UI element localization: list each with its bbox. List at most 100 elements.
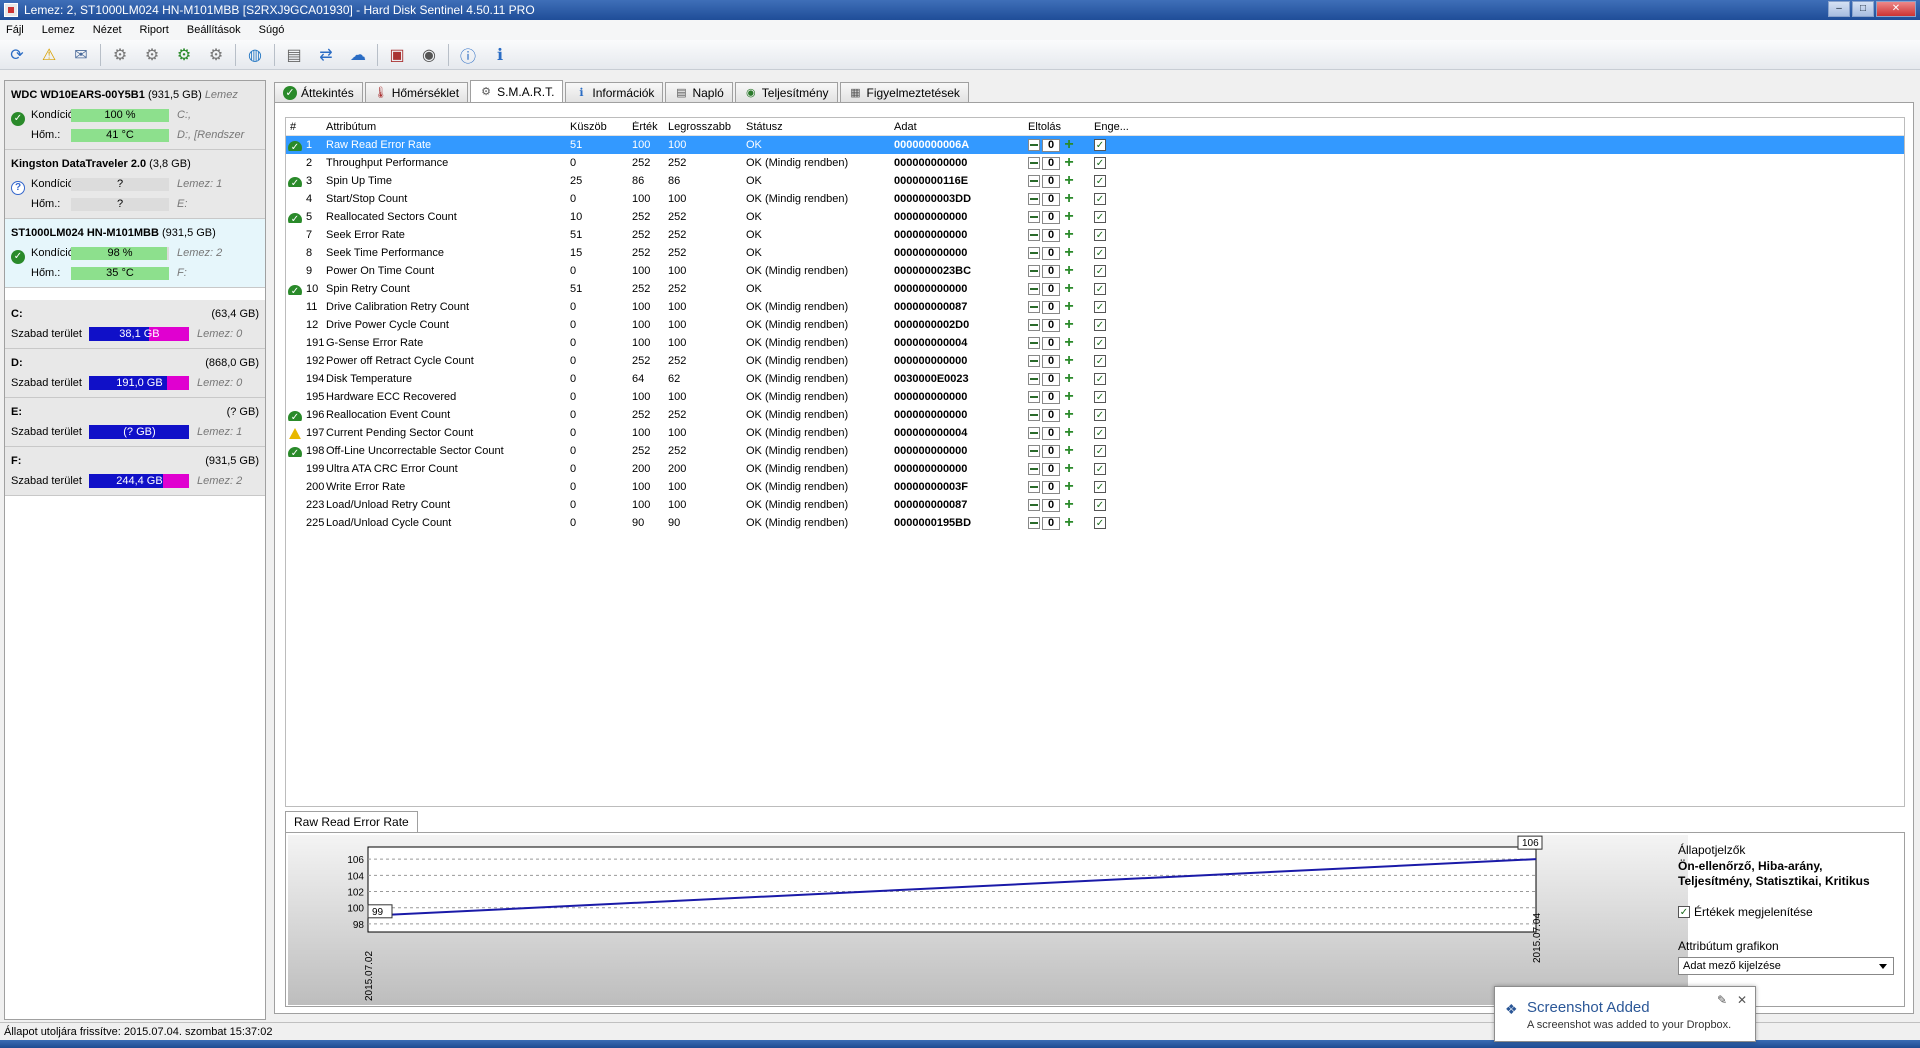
enable-checkbox[interactable]: ✓	[1094, 283, 1106, 295]
col-status[interactable]: Státusz	[746, 121, 894, 133]
offset-value[interactable]: 0	[1042, 372, 1060, 386]
table-row[interactable]: ✓ 5 Reallocated Sectors Count 10 252 252 OK 000…	[286, 208, 1904, 226]
offset-value[interactable]: 0	[1042, 498, 1060, 512]
increase-offset-button[interactable]: +	[1062, 192, 1076, 206]
alert-icon[interactable]: ⚠	[36, 42, 62, 68]
col-worst[interactable]: Legrosszabb	[668, 121, 746, 133]
table-row[interactable]: 191 G-Sense Error Rate 0 100 100 OK (Mindig r…	[286, 334, 1904, 352]
increase-offset-button[interactable]: +	[1062, 246, 1076, 260]
table-row[interactable]: 7 Seek Error Rate 51 252 252 OK 000000000000 0 +…	[286, 226, 1904, 244]
offset-value[interactable]: 0	[1042, 192, 1060, 206]
info-icon[interactable]: ℹ	[487, 42, 513, 68]
enable-checkbox[interactable]: ✓	[1094, 463, 1106, 475]
table-row[interactable]: 197 Current Pending Sector Count 0 100 100 OK…	[286, 424, 1904, 442]
decrease-offset-button[interactable]	[1028, 499, 1040, 511]
offset-value[interactable]: 0	[1042, 318, 1060, 332]
increase-offset-button[interactable]: +	[1062, 444, 1076, 458]
monitor-icon[interactable]: ▣	[384, 42, 410, 68]
offset-value[interactable]: 0	[1042, 246, 1060, 260]
table-row[interactable]: ✓ 198 Off-Line Uncorrectable Sector Count 0…	[286, 442, 1904, 460]
decrease-offset-button[interactable]	[1028, 427, 1040, 439]
tab-overview[interactable]: ✓ Áttekintés	[274, 82, 363, 102]
col-threshold[interactable]: Küszöb	[570, 121, 632, 133]
offset-value[interactable]: 0	[1042, 138, 1060, 152]
decrease-offset-button[interactable]	[1028, 265, 1040, 277]
offset-value[interactable]: 0	[1042, 516, 1060, 530]
sync-icon[interactable]: ⇄	[313, 42, 339, 68]
enable-checkbox[interactable]: ✓	[1094, 139, 1106, 151]
email-icon[interactable]: ✉	[68, 42, 94, 68]
enable-checkbox[interactable]: ✓	[1094, 301, 1106, 313]
table-row[interactable]: ✓ 10 Spin Retry Count 51 252 252 OK 00000000000…	[286, 280, 1904, 298]
disk-entry[interactable]: WDC WD10EARS-00Y5B1 (931,5 GB) Lemez ✓ Ko…	[5, 81, 265, 150]
decrease-offset-button[interactable]	[1028, 157, 1040, 169]
disk-check-icon[interactable]: ⚙	[171, 42, 197, 68]
increase-offset-button[interactable]: +	[1062, 318, 1076, 332]
enable-checkbox[interactable]: ✓	[1094, 517, 1106, 529]
increase-offset-button[interactable]: +	[1062, 426, 1076, 440]
increase-offset-button[interactable]: +	[1062, 264, 1076, 278]
table-row[interactable]: 194 Disk Temperature 0 64 62 OK (Mindig rendb…	[286, 370, 1904, 388]
increase-offset-button[interactable]: +	[1062, 336, 1076, 350]
offset-value[interactable]: 0	[1042, 282, 1060, 296]
table-row[interactable]: 9 Power On Time Count 0 100 100 OK (Mindig re…	[286, 262, 1904, 280]
decrease-offset-button[interactable]	[1028, 229, 1040, 241]
enable-checkbox[interactable]: ✓	[1094, 355, 1106, 367]
enable-checkbox[interactable]: ✓	[1094, 229, 1106, 241]
offset-value[interactable]: 0	[1042, 156, 1060, 170]
close-button[interactable]: ✕	[1876, 1, 1916, 17]
table-row[interactable]: 8 Seek Time Performance 15 252 252 OK 00000000…	[286, 244, 1904, 262]
increase-offset-button[interactable]: +	[1062, 210, 1076, 224]
col-value[interactable]: Érték	[632, 121, 668, 133]
menu-disk[interactable]: Lemez	[42, 24, 75, 36]
col-id[interactable]: #	[286, 121, 326, 133]
graph-tab[interactable]: Raw Read Error Rate	[285, 811, 418, 833]
disk-surface-icon[interactable]: ⚙	[139, 42, 165, 68]
help-icon[interactable]: ⓘ	[455, 42, 481, 68]
offset-value[interactable]: 0	[1042, 174, 1060, 188]
table-row[interactable]: 12 Drive Power Cycle Count 0 100 100 OK (Mind…	[286, 316, 1904, 334]
offset-value[interactable]: 0	[1042, 354, 1060, 368]
volume-entry[interactable]: F: (931,5 GB) Szabad terület 244,4 GB Lemez…	[5, 447, 265, 496]
enable-checkbox[interactable]: ✓	[1094, 175, 1106, 187]
tab-log[interactable]: ▤ Napló	[665, 82, 733, 102]
increase-offset-button[interactable]: +	[1062, 480, 1076, 494]
enable-checkbox[interactable]: ✓	[1094, 391, 1106, 403]
table-row[interactable]: ✓ 3 Spin Up Time 25 86 86 OK 00000000116E 0 + ✓	[286, 172, 1904, 190]
col-attribute[interactable]: Attribútum	[326, 121, 570, 133]
table-row[interactable]: 195 Hardware ECC Recovered 0 100 100 OK (Mind…	[286, 388, 1904, 406]
offset-value[interactable]: 0	[1042, 210, 1060, 224]
enable-checkbox[interactable]: ✓	[1094, 445, 1106, 457]
offset-value[interactable]: 0	[1042, 300, 1060, 314]
tab-alerts[interactable]: ▦ Figyelmeztetések	[839, 82, 969, 102]
toast-close-icon[interactable]: ✕	[1737, 993, 1747, 1007]
decrease-offset-button[interactable]	[1028, 319, 1040, 331]
decrease-offset-button[interactable]	[1028, 355, 1040, 367]
col-offset[interactable]: Eltolás	[1028, 121, 1094, 133]
enable-checkbox[interactable]: ✓	[1094, 481, 1106, 493]
decrease-offset-button[interactable]	[1028, 175, 1040, 187]
pin-icon[interactable]: ✎	[1717, 993, 1727, 1007]
col-enabled[interactable]: Enge...	[1094, 121, 1144, 133]
offset-value[interactable]: 0	[1042, 426, 1060, 440]
tab-performance[interactable]: ◉ Teljesítmény	[734, 82, 838, 102]
table-row[interactable]: 192 Power off Retract Cycle Count 0 252 252 O…	[286, 352, 1904, 370]
dropbox-notification[interactable]: ❖ Screenshot Added A screenshot was adde…	[1494, 986, 1756, 1042]
increase-offset-button[interactable]: +	[1062, 174, 1076, 188]
tab-information[interactable]: ℹ Információk	[565, 82, 664, 102]
disk-entry-selected[interactable]: ST1000LM024 HN-M101MBB (931,5 GB) ✓ Kondí…	[5, 219, 265, 288]
refresh-icon[interactable]: ⟳	[4, 42, 30, 68]
volume-entry[interactable]: C: (63,4 GB) Szabad terület 38,1 GB Lemez: …	[5, 300, 265, 349]
increase-offset-button[interactable]: +	[1062, 228, 1076, 242]
col-data[interactable]: Adat	[894, 121, 1028, 133]
decrease-offset-button[interactable]	[1028, 337, 1040, 349]
enable-checkbox[interactable]: ✓	[1094, 193, 1106, 205]
decrease-offset-button[interactable]	[1028, 247, 1040, 259]
table-row[interactable]: 225 Load/Unload Cycle Count 0 90 90 OK (Mindi…	[286, 514, 1904, 532]
increase-offset-button[interactable]: +	[1062, 390, 1076, 404]
increase-offset-button[interactable]: +	[1062, 408, 1076, 422]
increase-offset-button[interactable]: +	[1062, 516, 1076, 530]
increase-offset-button[interactable]: +	[1062, 156, 1076, 170]
decrease-offset-button[interactable]	[1028, 301, 1040, 313]
decrease-offset-button[interactable]	[1028, 445, 1040, 457]
